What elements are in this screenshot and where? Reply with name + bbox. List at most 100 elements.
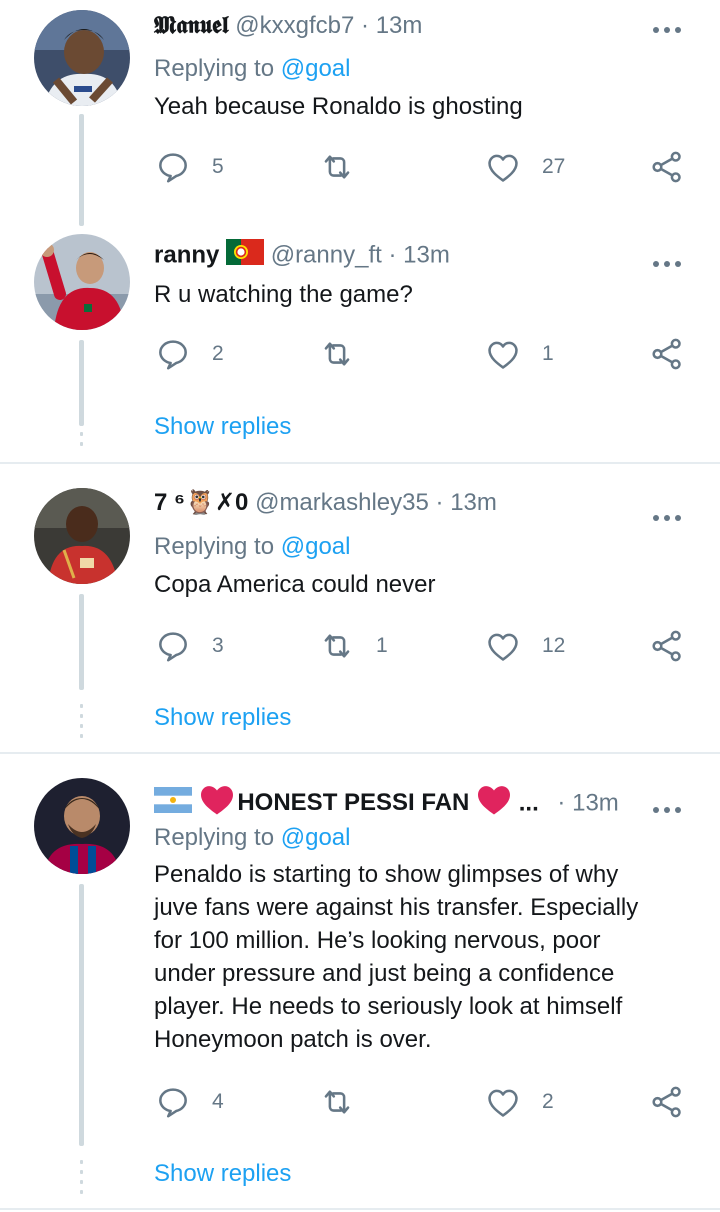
tweet-header: 𝕸𝖆𝖓𝖚𝖊𝖑 @kxxgfcb7 · 13m (154, 10, 720, 40)
tweet-text: Copa America could never (154, 571, 436, 598)
timestamp[interactable]: 13m (403, 241, 450, 268)
divider (0, 1208, 720, 1210)
share-button[interactable] (648, 1082, 686, 1122)
retweet-icon (318, 335, 356, 373)
replying-prefix: Replying to (154, 55, 275, 82)
mention-link[interactable]: @goal (281, 824, 351, 851)
reply-icon (154, 1083, 192, 1121)
display-name[interactable]: HONEST PESSI FAN (237, 789, 469, 816)
separator: · (361, 12, 370, 39)
like-count: 1 (542, 342, 554, 365)
thread-line (79, 114, 84, 226)
share-icon (648, 335, 686, 373)
mention-link[interactable]: @goal (281, 533, 351, 560)
tweet-text-line: Penaldo is starting to show glimpses of … (154, 861, 619, 888)
retweet-button[interactable]: 1 (318, 626, 388, 666)
tweet-text: Penaldo is starting to show glimpses of … (154, 858, 694, 1056)
user-handle[interactable]: @kxxgfcb7 (235, 12, 354, 39)
like-icon (484, 627, 522, 665)
like-button[interactable]: 2 (484, 1082, 554, 1122)
tweet-header: HONEST PESSI FAN ... · 13m (154, 784, 720, 817)
reply-button[interactable]: 2 (154, 334, 224, 374)
reply-icon (154, 148, 192, 186)
separator: · (435, 489, 444, 516)
mention-link[interactable]: @goal (281, 55, 351, 82)
display-name[interactable]: ranny (154, 241, 219, 268)
portugal-flag-icon (226, 239, 265, 273)
retweet-button[interactable] (318, 334, 376, 374)
like-count: 2 (542, 1090, 554, 1113)
avatar-ranny[interactable] (34, 234, 130, 330)
avatar-honest-pessi-fan[interactable] (34, 778, 130, 874)
separator: · (388, 241, 397, 269)
argentina-flag-icon (154, 787, 192, 821)
replying-to: Replying to @goal (154, 532, 351, 562)
replying-prefix: Replying to (154, 824, 275, 851)
share-button[interactable] (648, 626, 686, 666)
like-button[interactable]: 12 (484, 626, 565, 666)
avatar-manuel[interactable] (34, 10, 130, 106)
action-bar: 3 1 12 (154, 626, 694, 666)
show-replies-link[interactable]: Show replies (154, 1160, 291, 1188)
tweet-4[interactable]: HONEST PESSI FAN ... · 13m Replying to @… (0, 754, 720, 1208)
thread-continuation (80, 704, 83, 744)
share-button[interactable] (648, 147, 686, 187)
retweet-count: 1 (376, 634, 388, 657)
more-icon[interactable] (652, 502, 682, 530)
tweet-3[interactable]: 7 ⁶🦉✗0 @markashley35 · 13m Replying to @… (0, 464, 720, 752)
share-icon (648, 627, 686, 665)
reply-button[interactable]: 4 (154, 1082, 224, 1122)
timestamp[interactable]: 13m (450, 489, 497, 516)
retweet-icon (318, 627, 356, 665)
tweet-text-line: player. He needs to seriously look at hi… (154, 993, 623, 1020)
tweet-header: ranny @ranny_ft · 13m (154, 239, 720, 269)
display-name[interactable]: 7 ⁶🦉✗0 (154, 489, 248, 516)
retweet-button[interactable] (318, 147, 376, 187)
like-button[interactable]: 1 (484, 334, 554, 374)
like-button[interactable]: 27 (484, 147, 565, 187)
reply-button[interactable]: 5 (154, 147, 224, 187)
timestamp[interactable]: 13m (376, 12, 423, 39)
share-button[interactable] (648, 334, 686, 374)
tweet-text: R u watching the game? (154, 281, 413, 308)
show-replies-link[interactable]: Show replies (154, 413, 291, 441)
retweet-icon (318, 1083, 356, 1121)
more-icon[interactable] (652, 794, 682, 822)
tweet-1[interactable]: 𝕸𝖆𝖓𝖚𝖊𝖑 @kxxgfcb7 · 13m Replying to @goal… (0, 0, 720, 230)
tweet-text: Yeah because Ronaldo is ghosting (154, 93, 523, 120)
user-handle[interactable]: @markashley35 (255, 489, 429, 516)
action-bar: 2 1 (154, 334, 694, 374)
tweet-2[interactable]: ranny @ranny_ft · 13m R u watching the g… (0, 230, 720, 462)
action-bar: 4 2 (154, 1082, 694, 1122)
thread-continuation (80, 1160, 83, 1200)
thread-continuation (80, 412, 83, 452)
more-icon[interactable] (652, 14, 682, 42)
reply-button[interactable]: 3 (154, 626, 224, 666)
user-handle[interactable]: @ranny_ft (271, 241, 382, 268)
like-count: 12 (542, 634, 566, 657)
tweet-header: 7 ⁶🦉✗0 @markashley35 · 13m (154, 488, 720, 518)
name-truncation: ... (518, 789, 539, 817)
tweet-text-line: for 100 million. He’s looking nervous, p… (154, 927, 601, 954)
replying-prefix: Replying to (154, 533, 275, 560)
thread-line (79, 884, 84, 1146)
reply-count: 5 (212, 155, 224, 178)
separator: · (557, 789, 566, 817)
thread-line (79, 594, 84, 690)
replying-to: Replying to @goal (154, 823, 351, 853)
show-replies-link[interactable]: Show replies (154, 704, 291, 732)
tweet-text-line: juve fans were against his transfer. Esp… (154, 894, 639, 921)
avatar-markashley[interactable] (34, 488, 130, 584)
like-icon (484, 335, 522, 373)
share-icon (648, 1083, 686, 1121)
tweet-text-line: Honeymoon patch is over. (154, 1026, 432, 1053)
timestamp[interactable]: 13m (572, 789, 619, 816)
reply-icon (154, 335, 192, 373)
retweet-button[interactable] (318, 1082, 376, 1122)
display-name[interactable]: 𝕸𝖆𝖓𝖚𝖊𝖑 (154, 10, 229, 39)
share-icon (648, 148, 686, 186)
more-icon[interactable] (652, 248, 682, 276)
reply-count: 3 (212, 634, 224, 657)
action-bar: 5 27 (154, 147, 694, 187)
red-heart-icon (476, 784, 512, 824)
